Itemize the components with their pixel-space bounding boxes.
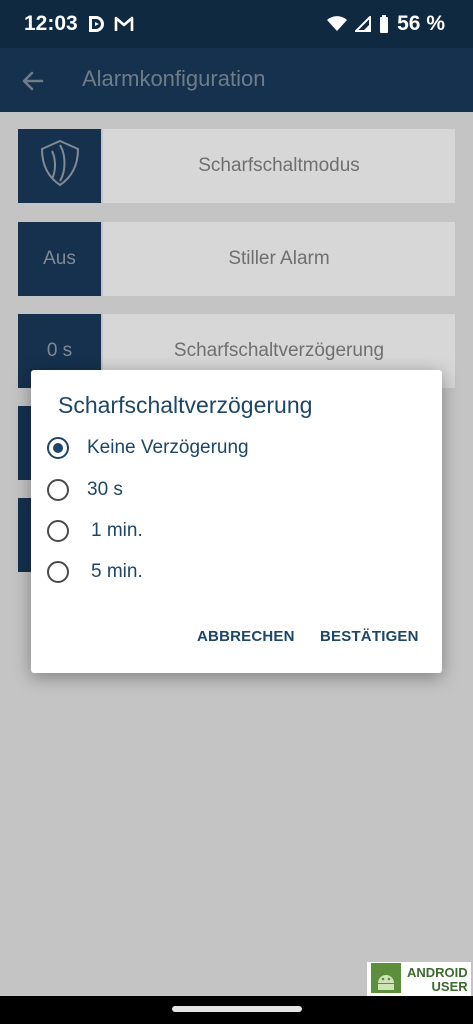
- radio-unchecked-icon[interactable]: [47, 479, 69, 501]
- page-title: Alarmkonfiguration: [82, 66, 266, 91]
- radio-checked-icon[interactable]: [47, 437, 69, 459]
- android-robot-icon: [371, 962, 401, 998]
- watermark-line2: USER: [431, 979, 468, 994]
- android-user-watermark: ANDROID USER: [367, 962, 471, 998]
- back-arrow-icon[interactable]: [20, 68, 46, 94]
- dialog-title: Scharfschaltverzögerung: [58, 392, 313, 418]
- confirm-button[interactable]: BESTÄTIGEN: [320, 628, 419, 645]
- battery-icon: [379, 15, 389, 33]
- wifi-icon: [327, 16, 348, 32]
- watermark-line1: ANDROID: [407, 965, 468, 980]
- status-bar: 12:03 56 %: [0, 0, 473, 48]
- battery-percent: 56 %: [397, 12, 445, 35]
- option-30s[interactable]: 30 s: [47, 470, 417, 510]
- option-label: Keine Verzögerung: [87, 437, 249, 458]
- signal-icon: [355, 16, 372, 32]
- option-1min[interactable]: 1 min.: [47, 511, 417, 551]
- row-badge: Aus: [18, 222, 101, 296]
- arming-delay-dialog: Scharfschaltverzögerung Keine Verzögerun…: [31, 370, 442, 673]
- option-label: 1 min.: [91, 520, 143, 541]
- d-app-icon: [86, 14, 106, 34]
- radio-unchecked-icon[interactable]: [47, 561, 69, 583]
- watermark-text: ANDROID USER: [407, 966, 468, 994]
- radio-unchecked-icon[interactable]: [47, 520, 69, 542]
- status-left: 12:03: [24, 12, 134, 36]
- gmail-icon: [114, 15, 134, 33]
- option-5min[interactable]: 5 min.: [47, 552, 417, 592]
- status-right: 56 %: [327, 12, 445, 36]
- row-arming-mode[interactable]: Scharfschaltmodus: [18, 129, 455, 203]
- row-badge: [18, 129, 101, 203]
- row-label: Scharfschaltmodus: [103, 129, 455, 203]
- row-silent-alarm[interactable]: Aus Stiller Alarm: [18, 222, 455, 296]
- app-bar: Alarmkonfiguration: [0, 48, 473, 112]
- status-time: 12:03: [24, 12, 78, 35]
- cancel-button[interactable]: ABBRECHEN: [197, 628, 295, 645]
- option-no-delay[interactable]: Keine Verzögerung: [47, 428, 417, 468]
- home-handle[interactable]: [172, 1006, 302, 1012]
- option-label: 5 min.: [91, 561, 143, 582]
- shield-icon: [34, 137, 86, 195]
- row-label: Stiller Alarm: [103, 222, 455, 296]
- option-label: 30 s: [87, 479, 123, 500]
- navigation-bar: [0, 996, 473, 1024]
